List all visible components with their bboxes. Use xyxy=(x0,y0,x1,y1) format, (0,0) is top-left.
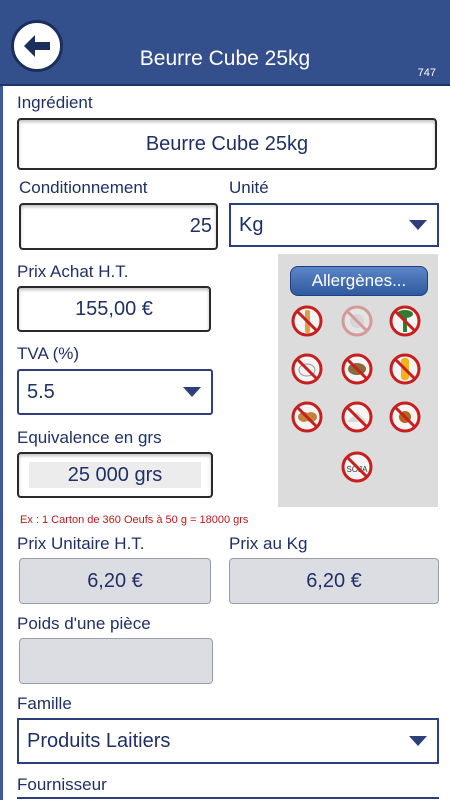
fournisseur-label: Fournisseur xyxy=(17,775,107,794)
app-header: Beurre Cube 25kg 747 xyxy=(0,0,450,86)
unite-value: Kg xyxy=(239,213,264,236)
record-id: 747 xyxy=(417,67,436,79)
header-title: Beurre Cube 25kg xyxy=(139,47,311,70)
egg-icon xyxy=(290,352,324,386)
famille-label: Famille xyxy=(17,694,72,713)
prix-unitaire-label: Prix Unitaire H.T. xyxy=(17,534,145,553)
tva-select[interactable]: 5.5 xyxy=(17,369,213,415)
poids-piece-field[interactable] xyxy=(19,638,213,684)
celery-icon xyxy=(388,304,422,338)
example-hint: Ex : 1 Carton de 360 Oeufs à 50 g = 1800… xyxy=(20,514,249,526)
equivalence-value: 25 000 grs xyxy=(29,462,201,488)
fish-icon xyxy=(340,352,374,386)
soy-icon: SOJA xyxy=(340,450,374,484)
unite-select[interactable]: Kg xyxy=(229,203,439,247)
famille-value: Produits Laitiers xyxy=(27,729,171,752)
ingredient-input[interactable]: Beurre Cube 25kg xyxy=(17,118,437,170)
chevron-down-icon xyxy=(183,387,201,397)
prix-achat-input[interactable]: 155,00 € xyxy=(17,286,211,332)
chevron-down-icon xyxy=(409,736,427,746)
tva-value: 5.5 xyxy=(27,380,55,403)
form-content: Ingrédient Beurre Cube 25kg Conditionnem… xyxy=(0,86,450,800)
peanut-icon xyxy=(290,400,324,434)
crustacean-icon xyxy=(340,304,374,338)
conditionnement-label: Conditionnement xyxy=(19,178,148,197)
ingredient-label: Ingrédient xyxy=(17,93,93,112)
equivalence-input[interactable]: 25 000 grs xyxy=(17,452,213,498)
unite-label: Unité xyxy=(229,178,269,197)
prix-achat-label: Prix Achat H.T. xyxy=(17,262,129,281)
equivalence-label: Equivalence en grs xyxy=(17,428,162,447)
poids-piece-label: Poids d'une pièce xyxy=(17,614,151,633)
tva-label: TVA (%) xyxy=(17,344,80,363)
gluten-icon xyxy=(290,304,324,338)
nut-icon xyxy=(388,400,422,434)
prix-unitaire-field: 6,20 € xyxy=(19,558,211,604)
conditionnement-input[interactable]: 25 xyxy=(19,203,218,250)
chevron-down-icon xyxy=(409,220,427,230)
allergen-panel: Allergènes... SOJA xyxy=(278,254,438,507)
prix-kg-field: 6,20 € xyxy=(229,558,439,604)
famille-select[interactable]: Produits Laitiers xyxy=(17,718,439,764)
sesame-icon xyxy=(340,400,374,434)
allergenes-button[interactable]: Allergènes... xyxy=(290,266,428,296)
mustard-icon xyxy=(388,352,422,386)
prix-kg-label: Prix au Kg xyxy=(229,534,308,553)
